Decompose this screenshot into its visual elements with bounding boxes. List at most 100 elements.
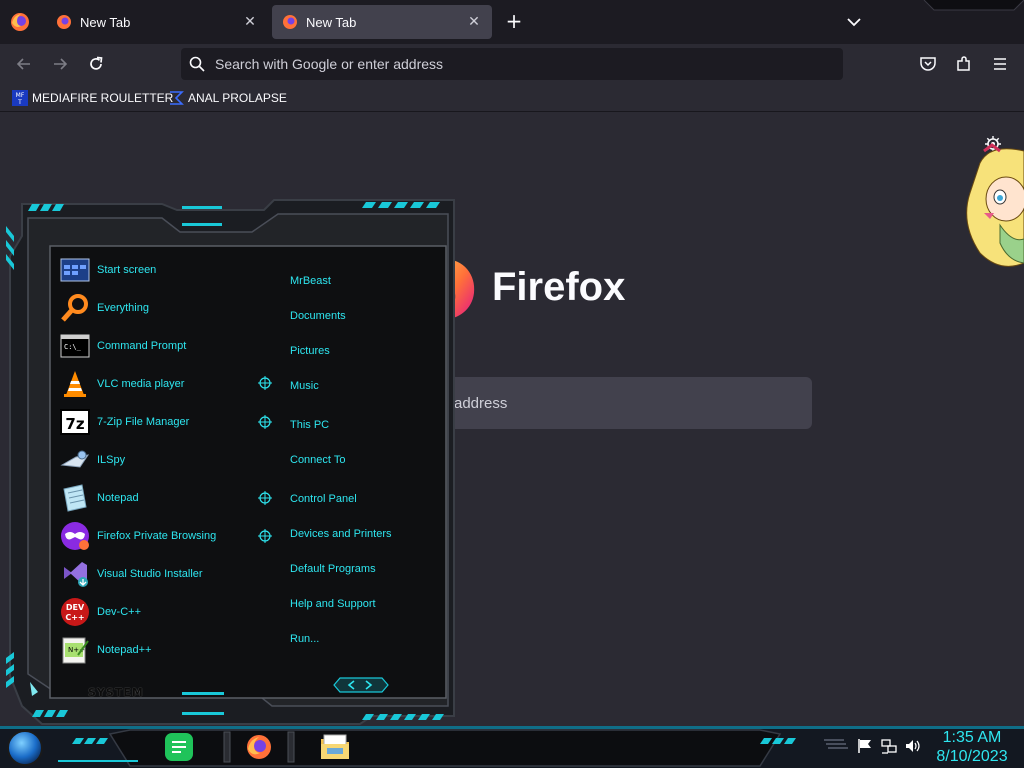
bookmarks-toolbar: MF T MEDIAFIRE ROULETTER ANAL PROLAPSE [0, 84, 1024, 112]
cmd-icon: C:\_ [60, 334, 90, 358]
newtab-search-placeholder: address [454, 394, 508, 412]
taskbar: 1:35 AM 8/10/2023 [0, 726, 1024, 768]
reload-button[interactable] [82, 50, 110, 78]
start-item-vlc[interactable]: VLC media player [60, 368, 184, 400]
start-item-vs-installer[interactable]: Visual Studio Installer [60, 558, 203, 590]
start-item-firefox-private[interactable]: Firefox Private Browsing [60, 520, 216, 552]
extensions-button[interactable] [950, 50, 978, 78]
search-icon [189, 56, 205, 72]
start-item-everything[interactable]: Everything [60, 292, 149, 324]
firefox-taskbar-button[interactable] [222, 731, 296, 763]
start-item-label: Everything [97, 302, 149, 314]
start-right-default-programs[interactable]: Default Programs [290, 563, 376, 575]
chevron-down-icon[interactable] [842, 10, 866, 34]
tab-strip: New Tab ✕ New Tab ✕ + [0, 0, 1024, 44]
forward-arrow-icon [54, 58, 68, 70]
start-right-music[interactable]: Music [290, 380, 319, 392]
vlc-cone-icon [64, 371, 86, 397]
reload-icon [90, 56, 103, 70]
svg-text:C:\_: C:\_ [64, 343, 82, 351]
tab-label: New Tab [306, 14, 357, 30]
svg-text:T: T [17, 99, 22, 106]
start-item-label: Firefox Private Browsing [97, 530, 217, 542]
start-right-control-panel[interactable]: Control Panel [290, 493, 357, 505]
start-right-mrbeast[interactable]: MrBeast [290, 275, 331, 287]
back-button[interactable] [10, 50, 38, 78]
cartoon-character-image [966, 143, 1024, 267]
shutdown-arrows-button[interactable] [330, 676, 390, 694]
url-bar[interactable]: Search with Google or enter address [181, 48, 843, 80]
file-explorer-icon[interactable] [319, 731, 351, 763]
firefox-favicon-icon [57, 15, 71, 29]
private-browsing-icon [61, 522, 89, 550]
flag-icon[interactable] [856, 738, 874, 754]
puzzle-icon [957, 56, 970, 71]
start-right-run[interactable]: Run... [290, 633, 319, 645]
start-item-label: Command Prompt [97, 340, 187, 352]
bookmark-label: ANAL PROLAPSE [188, 91, 287, 105]
start-orb-button[interactable] [6, 729, 44, 767]
close-tab-icon[interactable]: ✕ [242, 14, 258, 30]
forward-button[interactable] [46, 50, 74, 78]
submenu-arrow-icon [258, 529, 272, 543]
start-item-label: Notepad++ [97, 644, 152, 656]
start-item-7zip[interactable]: 7z 7-Zip File Manager [60, 406, 189, 438]
submenu-arrow-icon [258, 491, 272, 505]
start-right-help-support[interactable]: Help and Support [290, 598, 376, 610]
bookmark-mediafire[interactable]: MF T MEDIAFIRE ROULETTER [12, 89, 173, 107]
start-menu-panel: Start screen Everything C:\_ Command Pro… [52, 246, 445, 698]
nav-bar: Search with Google or enter address [0, 44, 1024, 84]
start-item-label: VLC media player [97, 378, 185, 390]
start-item-notepadpp[interactable]: N++ Notepad++ [60, 634, 151, 666]
tab-2[interactable]: New Tab ✕ [272, 5, 492, 39]
tab-1[interactable]: New Tab ✕ [46, 5, 268, 39]
start-item-label: Dev-C++ [97, 606, 142, 618]
speaker-icon[interactable] [904, 738, 922, 754]
start-right-this-pc[interactable]: This PC [290, 419, 329, 431]
start-right-connect-to[interactable]: Connect To [290, 454, 345, 466]
start-right-pictures[interactable]: Pictures [290, 345, 330, 357]
svg-text:DEV: DEV [66, 603, 85, 612]
newtab-search-box[interactable]: address [420, 377, 812, 429]
new-tab-plus-icon[interactable]: + [502, 10, 526, 34]
notepadpp-icon: N++ [62, 637, 89, 664]
start-item-start-screen[interactable]: Start screen [60, 254, 156, 286]
start-item-command-prompt[interactable]: C:\_ Command Prompt [60, 330, 186, 362]
submenu-arrow-icon [258, 376, 272, 390]
svg-text:MF: MF [16, 92, 25, 99]
start-item-label: Notepad [97, 492, 139, 504]
close-tab-icon[interactable]: ✕ [466, 14, 482, 30]
notepad-icon [63, 484, 87, 512]
start-screen-icon [60, 258, 90, 282]
start-item-label: Visual Studio Installer [97, 568, 203, 580]
start-item-label: ILSpy [97, 454, 126, 466]
start-item-notepad[interactable]: Notepad [60, 482, 139, 514]
7zip-icon: 7z [60, 409, 90, 435]
pocket-icon [920, 57, 936, 71]
firefox-wordmark: Firefox [492, 265, 626, 309]
sigma-icon [170, 91, 184, 105]
start-right-devices-printers[interactable]: Devices and Printers [290, 528, 392, 540]
start-item-ilspy[interactable]: ILSpy [60, 444, 125, 476]
notes-app-icon[interactable] [163, 731, 195, 763]
firefox-view-icon[interactable] [8, 10, 32, 34]
pocket-button[interactable] [914, 50, 942, 78]
menu-button[interactable] [986, 50, 1014, 78]
mediafire-icon: MF T [12, 90, 28, 106]
magnifier-icon [61, 294, 88, 322]
start-right-documents[interactable]: Documents [290, 310, 346, 322]
start-item-devcpp[interactable]: DEV C++ Dev-C++ [60, 596, 141, 628]
clock-time: 1:35 AM [942, 729, 1002, 746]
url-placeholder: Search with Google or enter address [215, 56, 444, 72]
system-label: SYSTEM [88, 686, 144, 699]
start-menu: Start screen Everything C:\_ Command Pro… [2, 196, 458, 726]
firefox-favicon-icon [283, 15, 297, 29]
back-arrow-icon [16, 58, 30, 70]
window-frame-decoration [923, 0, 1024, 11]
network-icon[interactable] [880, 738, 898, 754]
clock-date: 8/10/2023 [936, 748, 1008, 765]
bookmark-second[interactable]: ANAL PROLAPSE [168, 89, 287, 107]
taskbar-clock[interactable]: 1:35 AM 8/10/2023 [930, 728, 1014, 766]
svg-text:7z: 7z [65, 415, 84, 433]
svg-text:C++: C++ [65, 613, 84, 622]
